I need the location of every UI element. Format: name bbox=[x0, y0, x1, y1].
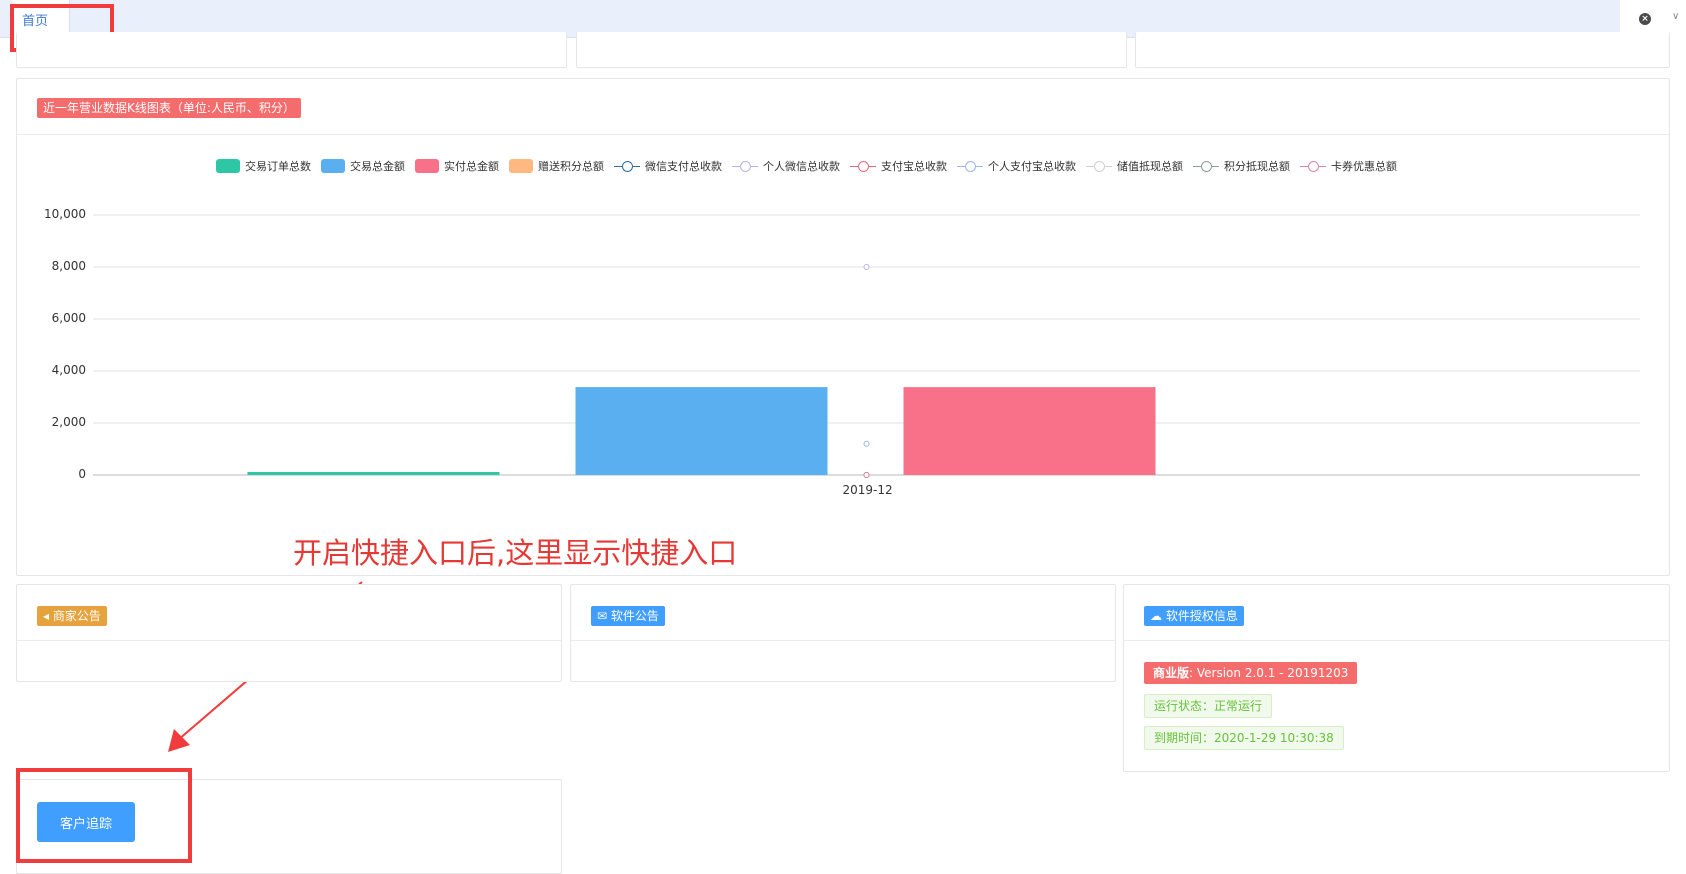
merchant-notice-badge: ◂ 商家公告 bbox=[37, 606, 107, 626]
run-status-tag: 运行状态：正常运行 bbox=[1144, 694, 1273, 718]
license-badge: ☁ 软件授权信息 bbox=[1144, 606, 1244, 626]
merchant-notice-card: ◂ 商家公告 bbox=[16, 584, 562, 682]
edition-tag: 商业版: Version 2.0.1 - 20191203 bbox=[1144, 662, 1358, 684]
cloud-icon: ☁ bbox=[1150, 609, 1162, 623]
megaphone-icon: ◂ bbox=[43, 609, 50, 623]
license-header: ☁ 软件授权信息 bbox=[1124, 585, 1669, 641]
dashboard-page: 首页 × ∨ 近一年营业数据K线图表（单位:人民币、积分） 交易订单总数 交易总金… bbox=[0, 0, 1686, 874]
merchant-notice-header: ◂ 商家公告 bbox=[17, 585, 561, 641]
edition-label: 商业版 bbox=[1153, 666, 1190, 680]
highlight-box-quick-entry bbox=[16, 768, 192, 863]
envelope-icon: ✉ bbox=[597, 609, 608, 623]
software-notice-header: ✉ 软件公告 bbox=[571, 585, 1115, 641]
edition-value: : Version 2.0.1 - 20191203 bbox=[1189, 666, 1349, 680]
expire-time-tag: 到期时间：2020-1-29 10:30:38 bbox=[1144, 726, 1344, 750]
software-notice-badge: ✉ 软件公告 bbox=[591, 606, 665, 626]
license-title: 软件授权信息 bbox=[1165, 609, 1238, 623]
merchant-notice-title: 商家公告 bbox=[52, 609, 101, 623]
software-notice-card: ✉ 软件公告 bbox=[570, 584, 1116, 682]
software-notice-title: 软件公告 bbox=[610, 609, 659, 623]
